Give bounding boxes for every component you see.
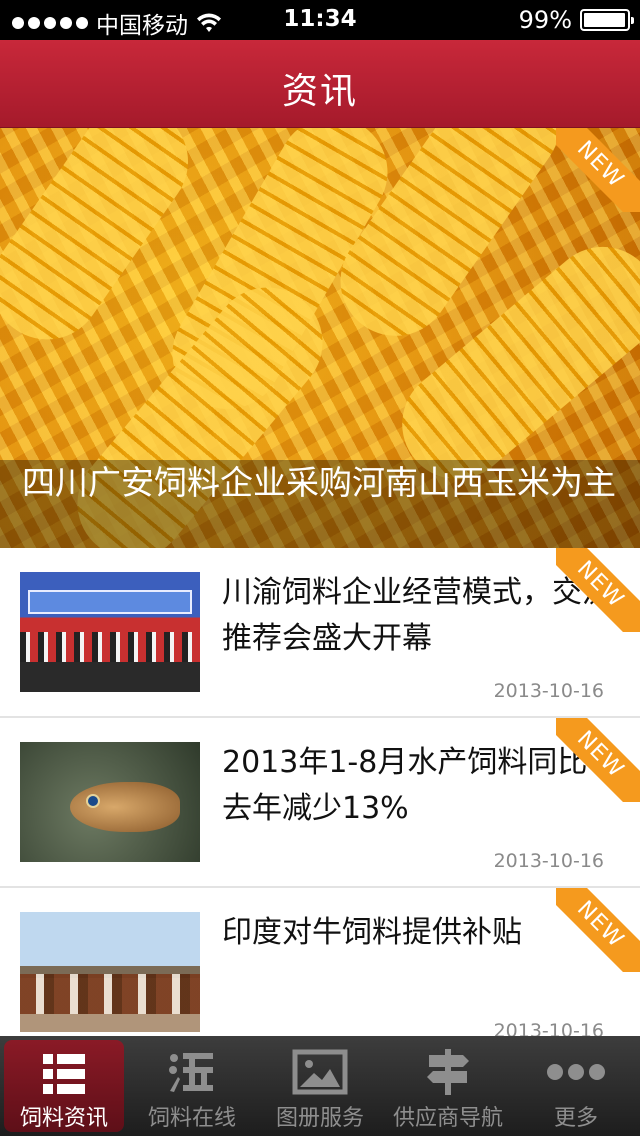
news-date: 2013-10-16 (493, 850, 604, 872)
news-thumbnail (20, 572, 200, 692)
new-badge: NEW (556, 718, 640, 802)
status-bar: 中国移动 11:34 99% (0, 0, 640, 40)
news-title: 印度对牛饲料提供补贴 (222, 915, 522, 950)
tab-album-service[interactable]: 图册服务 (256, 1036, 384, 1136)
tab-more[interactable]: 更多 (512, 1036, 640, 1136)
featured-news[interactable]: NEW 四川广安饲料企业采购河南山西玉米为主 (0, 128, 640, 548)
tab-label: 更多 (553, 1106, 598, 1131)
news-title: 2013年1-8月水产饲料同比去年减少13% (222, 745, 588, 826)
tab-supplier-nav[interactable]: 供应商导航 (384, 1036, 512, 1136)
news-item[interactable]: 印度对牛饲料提供补贴 2013-10-16 NEW (0, 888, 640, 1058)
list-icon (34, 1050, 94, 1098)
page-title: 资讯 (281, 71, 358, 112)
tab-label: 饲料资讯 (19, 1106, 108, 1131)
new-badge: NEW (556, 548, 640, 632)
news-item[interactable]: 川渝饲料企业经营模式，交流推荐会盛大开幕 2013-10-16 NEW (0, 548, 640, 718)
more-icon (546, 1046, 606, 1098)
signpost-icon (418, 1046, 478, 1098)
news-title: 川渝饲料企业经营模式，交流推荐会盛大开幕 (222, 575, 612, 656)
news-thumbnail (20, 912, 200, 1032)
image-icon (290, 1046, 350, 1098)
new-badge: NEW (556, 128, 640, 212)
tab-feed-news[interactable]: 饲料资讯 (4, 1040, 124, 1132)
news-thumbnail (20, 742, 200, 862)
battery-percent: 99% (518, 6, 572, 34)
tab-label: 供应商导航 (392, 1106, 503, 1131)
battery-icon (580, 9, 634, 31)
nav-bar: 资讯 (0, 40, 640, 128)
new-badge: NEW (556, 888, 640, 972)
news-item[interactable]: 2013年1-8月水产饲料同比去年减少13% 2013-10-16 NEW (0, 718, 640, 888)
status-right: 99% (518, 6, 634, 34)
tab-label: 饲料在线 (147, 1106, 236, 1131)
tab-feed-online[interactable]: 饲料在线 (128, 1036, 256, 1136)
corn-decoration (0, 128, 210, 362)
tab-bar: 饲料资讯 饲料在线 图册服务 供应商导航 更多 (0, 1036, 640, 1136)
news-date: 2013-10-16 (493, 680, 604, 702)
taobao-icon (162, 1046, 222, 1098)
news-list: 川渝饲料企业经营模式，交流推荐会盛大开幕 2013-10-16 NEW 2013… (0, 548, 640, 1058)
featured-caption: 四川广安饲料企业采购河南山西玉米为主 (0, 460, 640, 548)
tab-label: 图册服务 (275, 1106, 364, 1131)
